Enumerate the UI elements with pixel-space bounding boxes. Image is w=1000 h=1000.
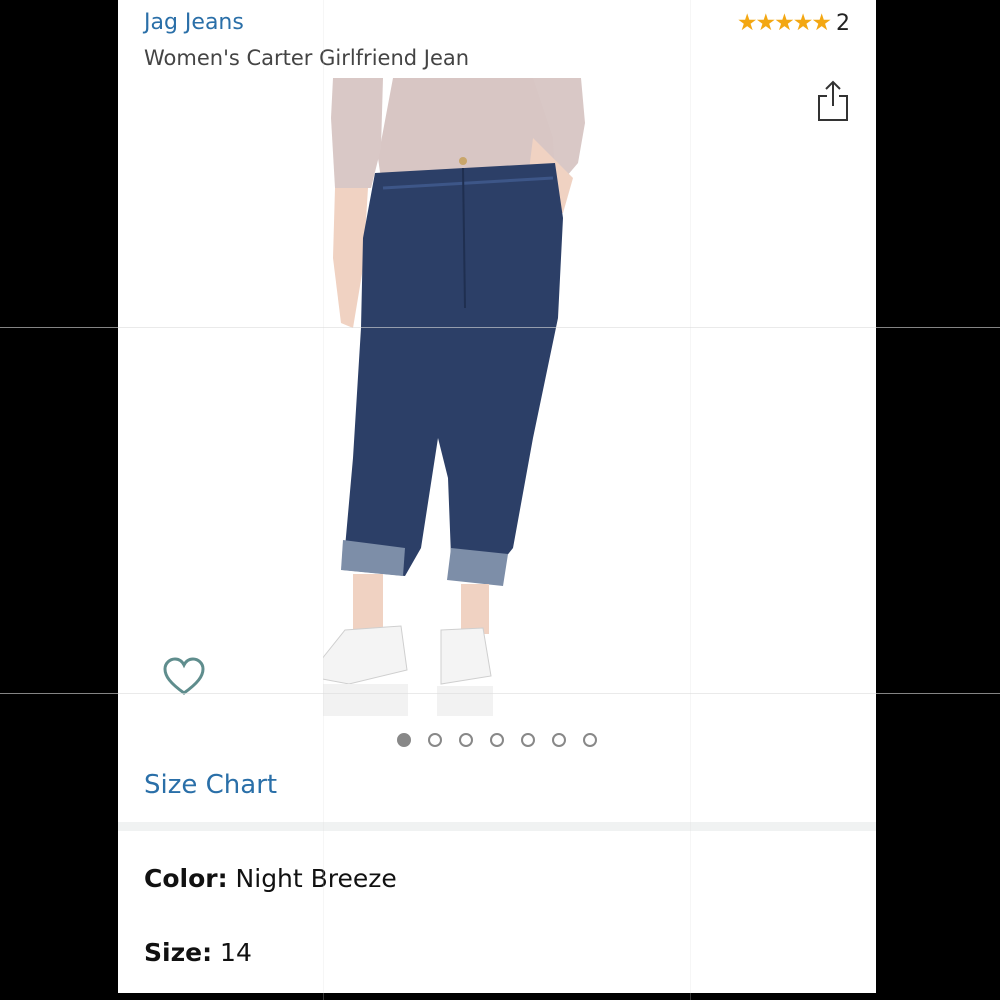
color-label: Color: <box>144 864 228 893</box>
heart-outline-icon <box>163 657 205 695</box>
wishlist-button[interactable] <box>162 657 206 697</box>
overlay-line <box>0 327 1000 328</box>
overlay-line <box>690 0 691 1000</box>
overlay-line <box>323 0 324 1000</box>
carousel-dot[interactable] <box>397 733 411 747</box>
color-attribute[interactable]: Color: Night Breeze <box>144 864 397 893</box>
color-value: Night Breeze <box>227 864 397 893</box>
size-attribute[interactable]: Size: 14 <box>144 938 252 967</box>
product-image[interactable] <box>323 78 668 720</box>
product-page: Jag Jeans Women's Carter Girlfriend Jean… <box>118 0 876 993</box>
share-icon <box>818 80 848 121</box>
carousel-dot[interactable] <box>459 733 473 747</box>
size-label: Size: <box>144 938 213 967</box>
carousel-dot[interactable] <box>521 733 535 747</box>
image-carousel-indicator[interactable] <box>118 733 876 747</box>
carousel-dot[interactable] <box>552 733 566 747</box>
overlay-line <box>0 693 1000 694</box>
rating-count: 2 <box>836 10 850 36</box>
share-button[interactable] <box>816 78 850 122</box>
star-rating-icon: ★★★★★ <box>736 10 832 36</box>
size-chart-link[interactable]: Size Chart <box>144 770 277 800</box>
section-divider <box>118 822 876 831</box>
carousel-dot[interactable] <box>428 733 442 747</box>
carousel-dot[interactable] <box>583 733 597 747</box>
rating[interactable]: ★★★★★ 2 <box>737 10 850 36</box>
size-value: 14 <box>212 938 252 967</box>
product-title: Women's Carter Girlfriend Jean <box>144 46 470 70</box>
brand-link[interactable]: Jag Jeans <box>144 10 244 35</box>
carousel-dot[interactable] <box>490 733 504 747</box>
